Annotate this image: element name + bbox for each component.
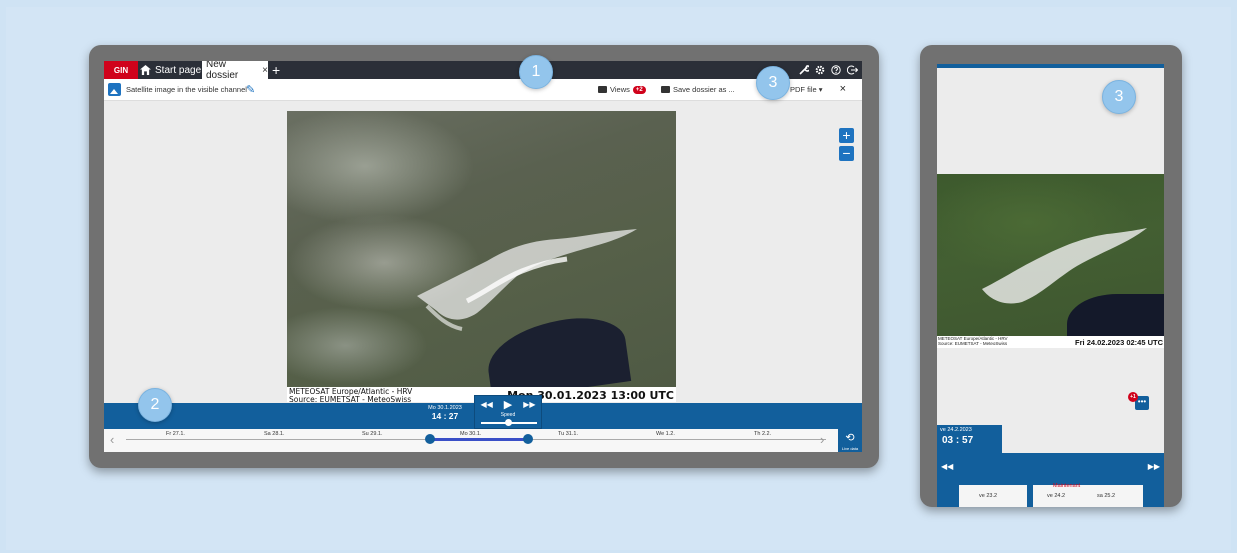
timeline-prev-icon[interactable]: ‹ <box>110 432 114 447</box>
side-more-badge: +1 <box>1128 392 1138 402</box>
forward-icon[interactable]: ▶▶ <box>523 400 535 409</box>
views-button[interactable]: Views +2 <box>598 85 646 94</box>
side-satellite-map[interactable] <box>937 174 1164 336</box>
history-icon: ⟲ <box>845 432 855 444</box>
callout-2: 2 <box>138 388 172 422</box>
side-caption-date: Fri 24.02.2023 02:45 UTC <box>1075 338 1163 347</box>
close-tab-icon[interactable]: × <box>262 65 268 76</box>
timeline-day: Su 29.1. <box>362 431 383 437</box>
side-alps-snow-texture <box>982 228 1147 304</box>
zoom-in-button[interactable]: + <box>839 128 854 143</box>
tab-bar: GIN Start page New dossier × + <box>104 61 862 81</box>
callout-3-side: 3 <box>1102 80 1136 114</box>
side-current-clock: 03 : 57 <box>942 435 974 446</box>
side-map-caption: METEOSAT Europe/Atlantic - HRV Source: E… <box>937 336 1164 348</box>
timeline-end-handle[interactable] <box>523 434 533 444</box>
dossier-toolbar: Satellite image in the visible channel ✎… <box>104 79 862 101</box>
live-data-button[interactable]: ⟲ Live data <box>838 429 862 452</box>
current-clock: 14 : 27 <box>431 411 459 421</box>
time-bar: Mo 30.1.2023 14 : 27 ◀◀ ▶ ▶▶ Speed <box>104 395 862 429</box>
desktop-screen: GIN Start page New dossier × + Satellite… <box>104 61 862 452</box>
timeline-day: Mo 30.1. <box>460 431 482 437</box>
pdf-export-button[interactable]: PDF file ▾ <box>790 85 823 94</box>
tablet-screen: METEOSAT Europe/Atlantic - HRV Source: E… <box>937 64 1164 507</box>
live-data-label: Live data <box>841 446 859 451</box>
timeline-day: Th 2.2. <box>754 431 772 437</box>
side-time-bar: ◀◀ ▶▶ <box>937 453 1164 483</box>
animation-player: ◀◀ ▶ ▶▶ Speed <box>474 395 542 429</box>
side-timeline-day: ve 24.2 <box>1047 493 1066 499</box>
play-icon[interactable]: ▶ <box>504 398 512 411</box>
tablet-frame: METEOSAT Europe/Atlantic - HRV Source: E… <box>920 45 1182 507</box>
tab-new-dossier-label: New dossier <box>206 61 239 81</box>
side-forward-icon[interactable]: ▶▶ <box>1148 462 1160 471</box>
timeline-day: We 1.2. <box>656 431 675 437</box>
callout-1: 1 <box>519 55 553 89</box>
alps-snow-texture <box>417 229 637 331</box>
gin-logo[interactable]: GIN <box>104 61 138 79</box>
side-rewind-icon[interactable]: ◀◀ <box>941 462 953 471</box>
gear-icon[interactable] <box>815 65 825 75</box>
views-badge: +2 <box>632 85 646 94</box>
satellite-map[interactable] <box>287 111 676 387</box>
save-dossier-label: Save dossier as ... <box>673 85 735 94</box>
folder-icon <box>598 86 607 93</box>
pdf-export-label: PDF file ▾ <box>790 85 823 94</box>
layer-title: Satellite image in the visible channel <box>126 85 247 94</box>
timeline-start-handle[interactable] <box>425 434 435 444</box>
side-timeline-day: sa 25.2 <box>1097 493 1116 499</box>
home-icon <box>140 65 151 75</box>
side-current-time[interactable]: ve 24.2.2023 03 : 57 <box>937 425 1002 453</box>
tab-new-dossier[interactable]: New dossier × <box>202 61 268 81</box>
timeline-selected-range <box>430 438 528 441</box>
side-current-date: ve 24.2.2023 <box>940 427 972 433</box>
wrench-icon[interactable] <box>799 65 809 75</box>
edit-pencil-icon[interactable]: ✎ <box>246 83 255 96</box>
close-dossier-icon[interactable]: × <box>840 83 846 95</box>
side-timeline[interactable]: Maintenant ve 23.2 ve 24.2 sa 25.2 <box>937 483 1164 507</box>
satellite-image-icon <box>108 83 121 96</box>
current-time[interactable]: Mo 30.1.2023 14 : 27 <box>422 405 468 421</box>
views-label: Views <box>610 85 630 94</box>
add-tab-button[interactable]: + <box>272 61 280 79</box>
callout-3: 3 <box>756 66 790 100</box>
speed-slider-knob[interactable] <box>505 419 512 426</box>
zoom-out-button[interactable]: − <box>839 146 854 161</box>
side-caption-line2: Source: EUMETSAT - MeteoSwiss <box>938 341 1008 346</box>
side-timeline-day: ve 23.2 <box>979 493 998 499</box>
top-icons <box>799 61 858 79</box>
timeline[interactable]: ‹ Fr 27.1. Sa 28.1. Su 29.1. Mo 30.1. Tu… <box>104 429 862 452</box>
timeline-day: Fr 27.1. <box>166 431 185 437</box>
tab-start-page[interactable]: Start page <box>140 61 201 79</box>
speed-label: Speed <box>500 412 516 418</box>
timeline-day: Sa 28.1. <box>264 431 285 437</box>
timeline-day: Tu 31.1. <box>558 431 578 437</box>
folder-icon <box>661 86 670 93</box>
desktop-frame: GIN Start page New dossier × + Satellite… <box>89 45 879 468</box>
save-dossier-button[interactable]: Save dossier as ... <box>661 85 735 94</box>
side-top-bar <box>937 64 1164 68</box>
timeline-next-icon[interactable]: › <box>820 432 824 447</box>
rewind-icon[interactable]: ◀◀ <box>480 400 492 409</box>
side-now-label: Maintenant <box>1053 483 1081 489</box>
tab-start-page-label: Start page <box>155 64 202 76</box>
logout-icon[interactable] <box>847 65 858 75</box>
help-icon[interactable] <box>831 65 841 75</box>
